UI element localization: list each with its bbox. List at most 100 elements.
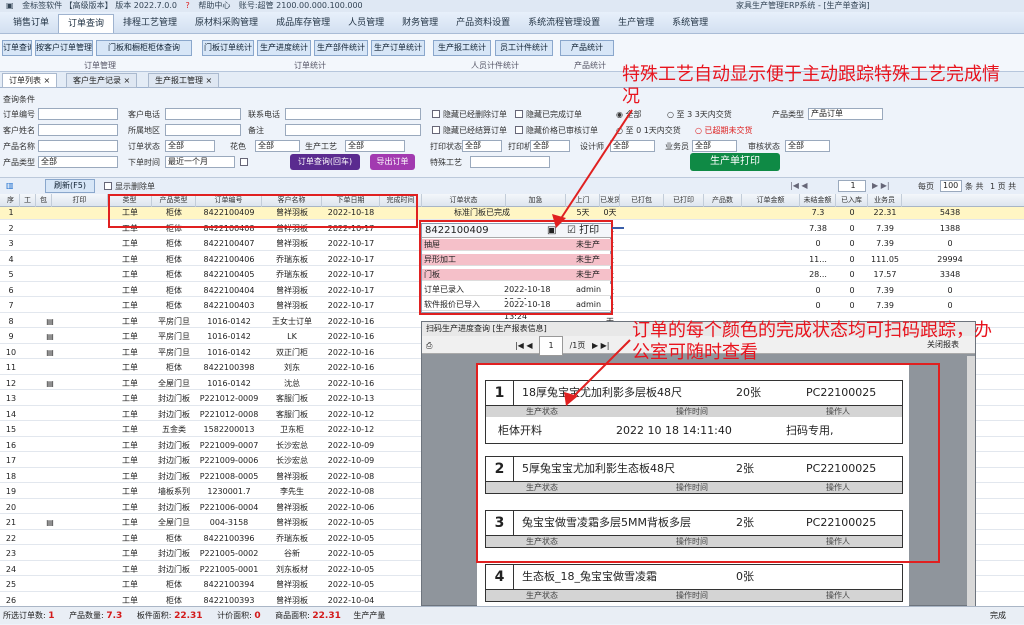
pager-first-icon[interactable]: |◀ ◀: [790, 181, 808, 190]
col-header-1[interactable]: 工: [20, 194, 36, 207]
menu-inventory[interactable]: 成品库存管理: [267, 14, 339, 33]
col-header-13[interactable]: 已发货/数: [600, 194, 620, 207]
table-cell: 2022-10-12: [327, 409, 375, 419]
query-button[interactable]: 订单查询(回车): [290, 154, 360, 170]
ribbon-progress-stats[interactable]: 生产进度统计: [257, 40, 311, 56]
menu-scheduling[interactable]: 排程工艺管理: [114, 14, 186, 33]
document-icon[interactable]: ▤: [44, 331, 56, 343]
audit-select[interactable]: 全部: [785, 140, 830, 152]
print-status-label: 打印状态: [430, 142, 462, 151]
ribbon-order-stats[interactable]: 生产订单统计: [371, 40, 425, 56]
col-header-15[interactable]: 已打印: [664, 194, 704, 207]
product-kind-select[interactable]: 全部: [38, 156, 118, 168]
col-header-14[interactable]: 已打包: [620, 194, 664, 207]
order-no-input[interactable]: [38, 108, 118, 120]
col-header-19[interactable]: 已入库: [836, 194, 868, 207]
order-status-select[interactable]: 全部: [165, 140, 215, 152]
ribbon-report-stats[interactable]: 生产报工统计: [433, 40, 491, 56]
col-header-12[interactable]: 上门: [566, 194, 600, 207]
status-panel: 22.31: [174, 611, 203, 621]
document-icon[interactable]: ▤: [44, 378, 56, 390]
region-input[interactable]: [165, 124, 241, 136]
show-deleted-checkbox[interactable]: [104, 182, 112, 190]
tab-order-list[interactable]: 订单列表 ×: [2, 73, 58, 88]
customer-name-label: 客户姓名: [3, 126, 35, 135]
print-status-select[interactable]: 全部: [462, 140, 502, 152]
product-type-select[interactable]: 产品订单: [808, 108, 883, 120]
color-select[interactable]: 全部: [255, 140, 300, 152]
printer-select[interactable]: 全部: [530, 140, 570, 152]
col-header-2[interactable]: 包: [36, 194, 52, 207]
ribbon-piecework-stats[interactable]: 员工计件统计: [495, 40, 553, 56]
col-header-20[interactable]: 业务员: [868, 194, 902, 207]
contact-phone-input[interactable]: [285, 108, 421, 120]
per-page-input[interactable]: 100: [940, 180, 962, 192]
hide-priced-checkbox[interactable]: [515, 126, 523, 134]
special-process-input[interactable]: [470, 156, 550, 168]
col-header-16[interactable]: 产品数: [704, 194, 742, 207]
ribbon-customer-orders[interactable]: 按客户订单管理: [35, 40, 93, 56]
menu-staff[interactable]: 人员管理: [339, 14, 393, 33]
hide-settled-checkbox[interactable]: [432, 126, 440, 134]
ribbon-order-query[interactable]: 订单查询: [2, 40, 32, 56]
preview-print-icon[interactable]: ⎙: [426, 341, 432, 350]
menu-system[interactable]: 系统管理: [663, 14, 717, 33]
hide-completed-checkbox[interactable]: [515, 110, 523, 118]
pager-last-icon[interactable]: ▶ ▶|: [872, 181, 890, 190]
menu-finance[interactable]: 财务管理: [393, 14, 447, 33]
hide-deleted-checkbox[interactable]: [432, 110, 440, 118]
remark-input[interactable]: [285, 124, 421, 136]
document-icon[interactable]: ▤: [44, 517, 56, 529]
export-button[interactable]: 导出订单: [370, 154, 415, 170]
col-header-11[interactable]: 加急: [506, 194, 566, 207]
document-icon[interactable]: ▤: [44, 347, 56, 359]
table-cell: 柜体: [166, 254, 182, 264]
page-input[interactable]: 1: [838, 180, 866, 192]
customer-name-input[interactable]: [38, 124, 118, 136]
product-name-input[interactable]: [38, 140, 118, 152]
help-link[interactable]: 帮助中心: [198, 1, 230, 10]
menu-purchasing[interactable]: 原材料采购管理: [186, 14, 267, 33]
table-cell: 111.05: [871, 254, 899, 264]
date-range-select[interactable]: 最近一个月: [165, 156, 235, 168]
table-cell: 2022-10-09: [327, 456, 375, 465]
process-select[interactable]: 全部: [345, 140, 405, 152]
production-print-button[interactable]: 生产单打印: [690, 153, 780, 171]
help-icon[interactable]: ?: [186, 1, 190, 10]
salesman-select[interactable]: 全部: [692, 140, 737, 152]
col-header-3[interactable]: 打印: [52, 194, 108, 207]
radio-due3[interactable]: ○ 至 3 3天内交货: [667, 109, 732, 120]
menu-production[interactable]: 生产管理: [609, 14, 663, 33]
radio-due1[interactable]: ○ 至 0 1天内交货: [616, 125, 681, 136]
menu-product-settings[interactable]: 产品资料设置: [447, 14, 519, 33]
document-icon[interactable]: ▤: [44, 316, 56, 328]
radio-all[interactable]: ◉ 全部: [616, 109, 642, 120]
menu-order-query[interactable]: 订单查询: [58, 14, 115, 33]
table-cell: 2022-10-16: [327, 332, 375, 341]
chart-icon[interactable]: ▥: [6, 181, 14, 190]
all-date-checkbox[interactable]: [240, 158, 248, 166]
customer-phone-input[interactable]: [165, 108, 241, 120]
preview-scrollbar[interactable]: [967, 356, 975, 606]
designer-select[interactable]: 全部: [610, 140, 655, 152]
ribbon-door-cabinet[interactable]: 门板和橱柜柜体查询: [96, 40, 192, 56]
refresh-button[interactable]: 刷新(F5): [45, 179, 95, 193]
table-cell: P221005-0001: [199, 564, 259, 574]
menu-sales-order[interactable]: 销售订单: [4, 14, 58, 33]
col-header-18[interactable]: 未结金额: [800, 194, 836, 207]
ribbon-door-stats[interactable]: 门板订单统计: [202, 40, 254, 56]
col-header-0[interactable]: 序: [2, 194, 20, 207]
tab-customer-records[interactable]: 客户生产记录 ×: [66, 73, 138, 88]
table-cell: 0: [849, 254, 855, 264]
table-cell: 0: [849, 223, 855, 233]
ribbon-parts-stats[interactable]: 生产部件统计: [314, 40, 368, 56]
radio-overdue[interactable]: ○ 已超期未交货: [695, 125, 753, 136]
ribbon-product-stats[interactable]: 产品统计: [560, 40, 614, 56]
col-header-17[interactable]: 订单金额: [742, 194, 800, 207]
tab-report-mgmt[interactable]: 生产报工管理 ×: [148, 73, 220, 88]
preview-page-input[interactable]: 1: [539, 336, 564, 356]
preview-next-icon[interactable]: ▶ ▶|: [592, 341, 610, 350]
col-header-10[interactable]: 订单状态: [422, 194, 506, 207]
menu-process-settings[interactable]: 系统流程管理设置: [519, 14, 609, 33]
preview-first-icon[interactable]: |◀ ◀: [515, 341, 533, 350]
